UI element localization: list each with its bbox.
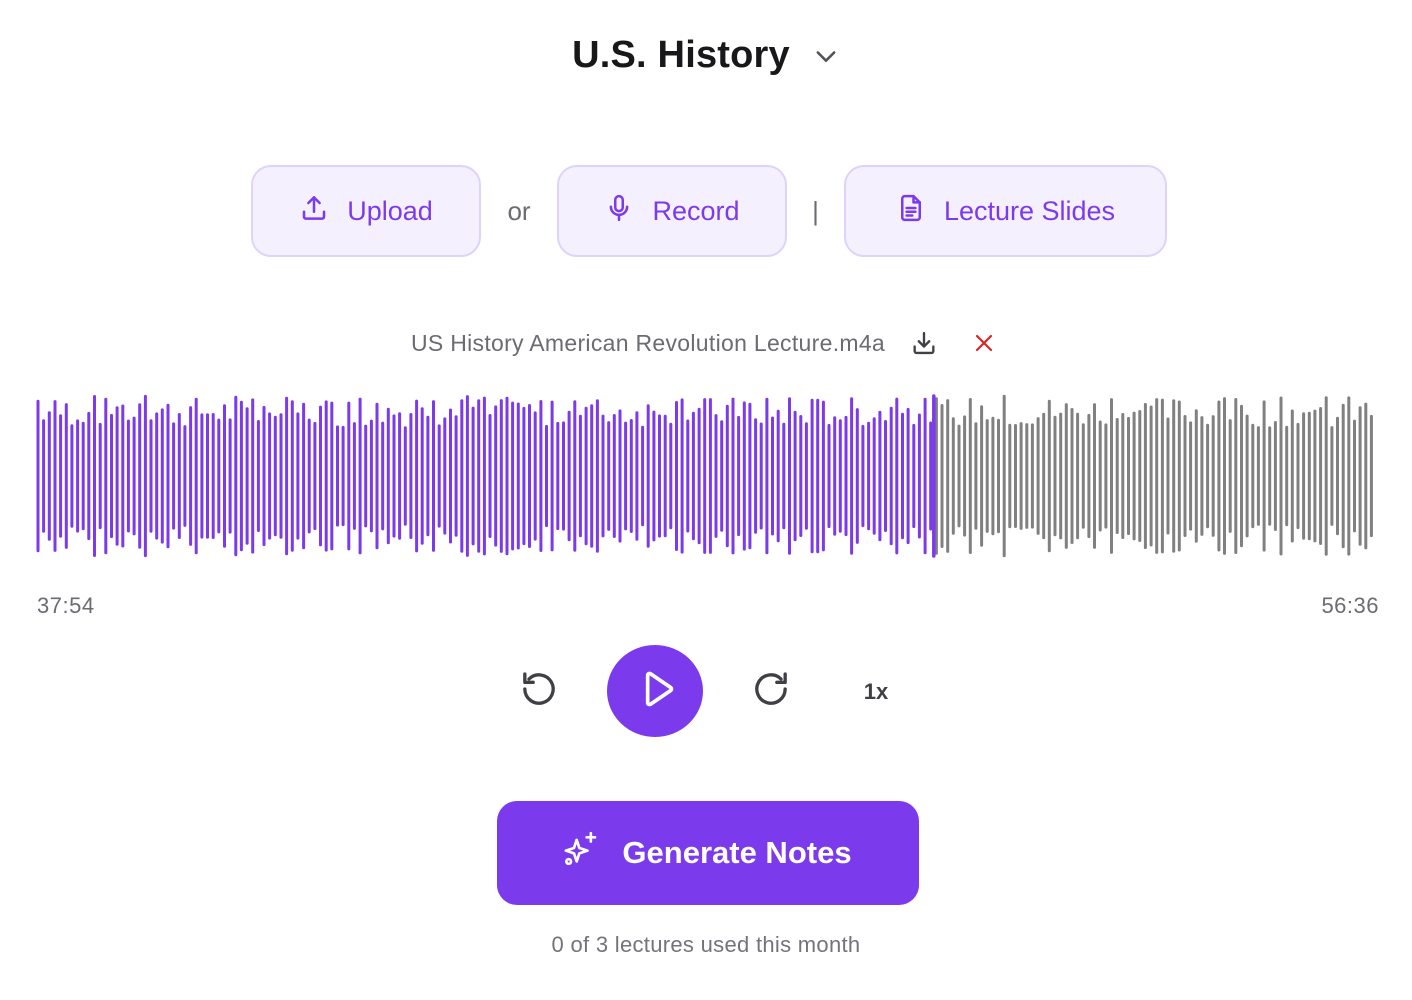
generate-notes-button[interactable]: Generate Notes [497, 801, 919, 905]
divider: | [812, 195, 819, 226]
forward-button[interactable] [749, 669, 793, 713]
record-button[interactable]: Record [557, 165, 787, 257]
source-options: Upload or Record | Lecture Slides [251, 165, 1167, 257]
lecture-slides-button[interactable]: Lecture Slides [844, 165, 1167, 257]
document-icon [896, 193, 926, 230]
play-button[interactable] [607, 645, 703, 737]
microphone-icon [604, 193, 634, 230]
current-time: 37:54 [37, 593, 95, 618]
playback-speed-button[interactable]: 1x [852, 675, 900, 709]
download-icon[interactable] [907, 326, 941, 360]
sparkles-icon [560, 829, 600, 877]
lecture-slides-label: Lecture Slides [943, 195, 1116, 226]
subject-title: U.S. History [572, 34, 790, 76]
subject-selector[interactable]: U.S. History [0, 34, 1412, 77]
upload-button[interactable]: Upload [251, 165, 481, 257]
play-icon [633, 667, 677, 716]
audio-waveform[interactable] [0, 390, 1412, 562]
chevron-down-icon [812, 42, 840, 70]
rewind-button[interactable] [517, 669, 561, 713]
file-name: US History American Revolution Lecture.m… [410, 329, 886, 356]
close-icon[interactable] [967, 326, 1001, 360]
upload-icon [299, 193, 329, 230]
or-separator: or [507, 195, 531, 226]
playback-controls: 1x [0, 645, 1412, 737]
total-time: 56:36 [1321, 593, 1379, 618]
usage-info: 0 of 3 lectures used this month [551, 932, 861, 957]
generate-notes-label: Generate Notes [622, 835, 852, 870]
forward-icon [751, 669, 791, 714]
file-info: US History American Revolution Lecture.m… [0, 326, 1412, 360]
upload-label: Upload [347, 195, 433, 226]
record-label: Record [652, 195, 740, 226]
rewind-icon [519, 669, 559, 714]
